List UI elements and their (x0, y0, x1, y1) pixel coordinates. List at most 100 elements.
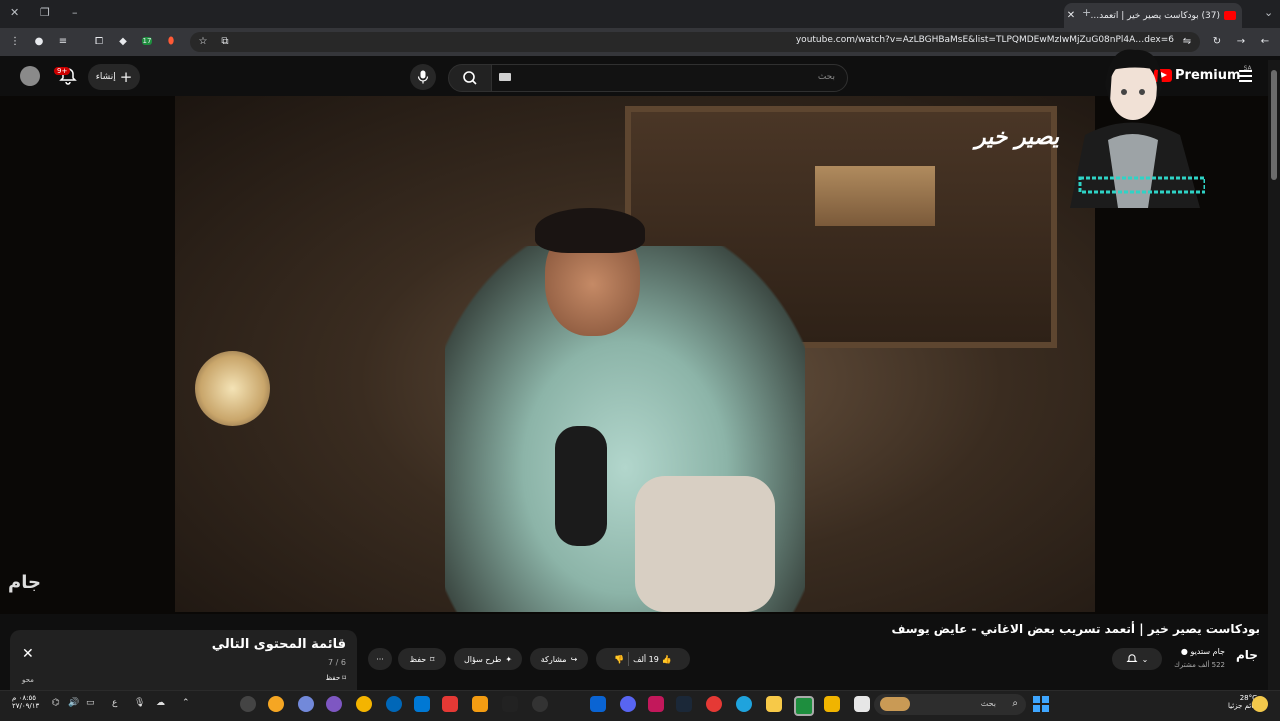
playlist-save-button[interactable]: ⌑ حفظ (326, 674, 346, 682)
keyboard-icon[interactable] (499, 73, 511, 81)
video-scene-lamp (195, 351, 270, 426)
epic-games-icon[interactable] (502, 696, 518, 712)
mic-tray-icon[interactable]: 🎙 (134, 698, 145, 708)
task-view-icon[interactable] (854, 696, 870, 712)
search-icon: ⌕ (1012, 698, 1018, 709)
new-tab-button[interactable]: + (1082, 6, 1091, 19)
app-blue-icon[interactable] (414, 696, 430, 712)
channel-name[interactable]: جام ستديو ● (1181, 647, 1225, 656)
discord-icon[interactable] (620, 696, 636, 712)
extension-shield-icon[interactable]: ⬮ (164, 34, 178, 48)
video-scene-painting (815, 166, 935, 226)
more-actions-button[interactable]: ··· (368, 648, 392, 670)
windows-taskbar (0, 690, 1280, 721)
volume-icon[interactable]: 🔊 (68, 698, 79, 708)
tray-expand-icon[interactable]: ⌃ (182, 698, 190, 708)
podcast-watermark: يصير خير (975, 125, 1060, 150)
store-icon[interactable] (824, 696, 840, 712)
start-windows-icon[interactable] (1033, 696, 1049, 712)
like-count: 19 ألف (633, 654, 659, 664)
app-a-icon[interactable] (648, 696, 664, 712)
create-label: إنشاء (95, 72, 116, 82)
browser-menu-icon[interactable]: ⋮ (8, 34, 22, 48)
back-icon[interactable]: ← (1258, 34, 1272, 48)
chrome-active-icon[interactable] (794, 696, 814, 716)
display-icon[interactable]: ▭ (86, 698, 95, 708)
account-avatar[interactable] (20, 66, 40, 86)
youtube-favicon-icon (1224, 11, 1236, 20)
ask-button[interactable]: ✦ طرح سؤال (454, 648, 522, 670)
bookmark-star-icon[interactable]: ☆ (196, 34, 210, 48)
share-arrow-icon: ↪ (570, 654, 578, 664)
bell-icon (1126, 654, 1138, 662)
bookmark-icon: ⌑ (430, 654, 435, 664)
clock-time: ٠٨:٥٥ م (12, 694, 36, 702)
system-clock[interactable]: ٠٨:٥٥ م ٢٧/٠٩/١٣ (12, 694, 39, 710)
window-close-icon[interactable]: ✕ (10, 6, 19, 19)
language-indicator[interactable]: ع (112, 698, 117, 708)
search-input[interactable]: بحث (490, 64, 848, 92)
notification-badge: 9+ (54, 67, 71, 75)
steam-icon[interactable] (676, 696, 692, 712)
edge-icon[interactable] (736, 696, 752, 712)
subscribe-bell-button[interactable]: ⌄ (1112, 648, 1162, 670)
extensions-puzzle-icon[interactable]: ⧠ (92, 34, 106, 48)
search-placeholder: بحث (817, 72, 835, 82)
search-button[interactable] (448, 64, 492, 92)
clock-date: ٢٧/٠٩/١٣ (12, 702, 40, 710)
extension-badge-icon[interactable]: 17 (140, 34, 154, 48)
tab-search-icon[interactable]: ⌄ (1264, 6, 1273, 19)
chevron-down-icon: ⌄ (1141, 654, 1149, 664)
discord-alt-icon[interactable] (298, 696, 314, 712)
office-icon[interactable] (442, 696, 458, 712)
app-gear-icon[interactable] (240, 696, 256, 712)
mail-icon[interactable] (590, 696, 606, 712)
channel-corner-logo: جام (8, 572, 41, 593)
taskbar-search[interactable]: بحث ⌕ (874, 694, 1026, 715)
share-button[interactable]: ↪ مشاركة (530, 648, 588, 670)
divider (628, 652, 630, 666)
profile-icon[interactable]: ● (32, 34, 46, 48)
like-button[interactable]: 👍 19 ألف (633, 655, 672, 664)
window-restore-icon[interactable]: ❐ (40, 6, 50, 19)
playlist-clear-button[interactable]: محو (22, 676, 34, 684)
media-control-icon[interactable]: ≡ (56, 34, 70, 48)
forward-icon[interactable]: → (1234, 34, 1248, 48)
channel-avatar[interactable]: جام (1236, 648, 1258, 668)
app-w-icon[interactable] (386, 696, 402, 712)
save-label: حفظ (409, 654, 427, 664)
playlist-position: 7 / 6 (328, 658, 346, 667)
tab-close-icon[interactable]: ✕ (1064, 10, 1078, 21)
create-button[interactable]: إنشاء + (88, 64, 140, 90)
subscriber-count: 522 ألف مشترك (1174, 661, 1225, 669)
save-button[interactable]: ⌑ حفظ (398, 648, 446, 670)
playlist-close-icon[interactable]: ✕ (22, 646, 34, 662)
app-colorful-icon[interactable] (356, 696, 372, 712)
window-minimize-icon[interactable]: – (72, 6, 78, 19)
page-scrollbar-thumb[interactable] (1271, 70, 1277, 180)
weather-icon (1252, 696, 1268, 712)
thumbs-up-icon: 👍 (661, 654, 672, 664)
video-scene-guest-hair (535, 208, 645, 253)
reload-icon[interactable]: ↻ (1210, 34, 1224, 48)
app-yellow-icon[interactable] (472, 696, 488, 712)
video-scene-microphone (555, 426, 607, 546)
search-highlight-image (880, 697, 910, 711)
share-label: مشاركة (540, 654, 567, 664)
file-explorer-icon[interactable] (766, 696, 782, 712)
dislike-button[interactable]: 👎 (614, 655, 624, 664)
taskbar-search-label: بحث (980, 699, 996, 708)
obs-icon[interactable] (532, 696, 548, 712)
guide-menu-icon[interactable] (1239, 70, 1252, 85)
chrome-icon[interactable] (706, 696, 722, 712)
voice-search-button[interactable] (410, 64, 436, 90)
app-orange-icon[interactable] (268, 696, 284, 712)
onedrive-icon[interactable]: ☁ (156, 698, 165, 708)
network-icon[interactable]: ⌬ (52, 698, 60, 708)
bookmark-icon: ⌑ (342, 674, 346, 682)
extension-diamond-icon[interactable]: ◆ (116, 34, 130, 48)
more-dots-icon: ··· (376, 654, 384, 664)
video-player[interactable] (175, 96, 1095, 612)
install-app-icon[interactable]: ⧉ (218, 34, 232, 48)
app-purple-icon[interactable] (326, 696, 342, 712)
